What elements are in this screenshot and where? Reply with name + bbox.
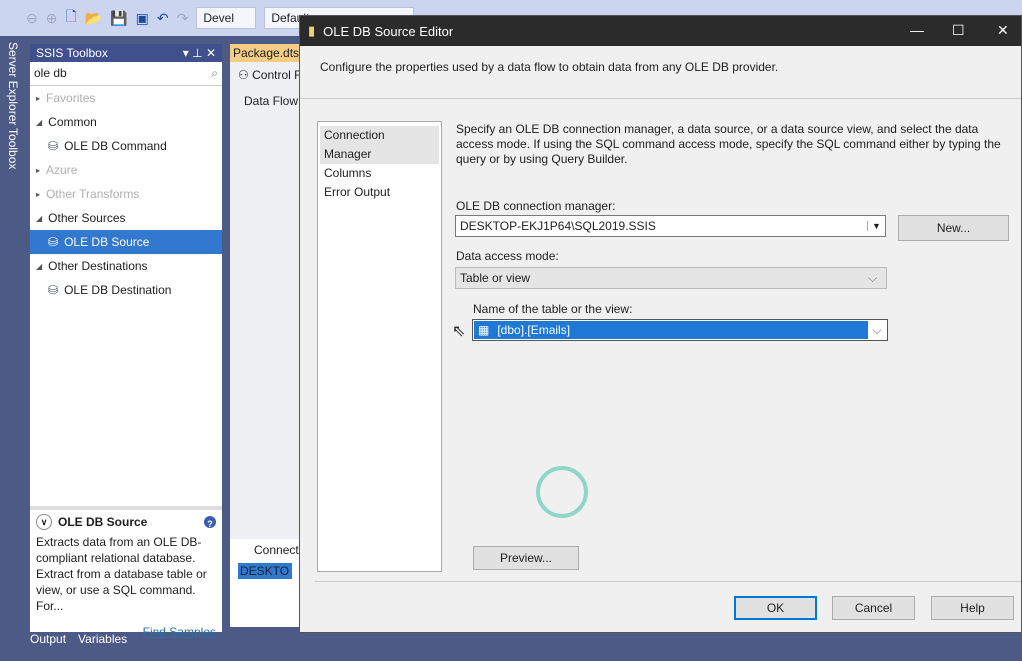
dialog-titlebar: ▮ OLE DB Source Editor — ☐ ✕ [300,16,1021,46]
open-icon[interactable]: 📂 [85,10,102,27]
tab-output[interactable]: Output [30,632,66,646]
back-icon[interactable]: ⊖ [26,10,38,27]
close-dialog-icon[interactable]: ✕ [997,22,1009,39]
table-name-select[interactable]: ▦ [dbo].[Emails] ⌵ [472,319,888,341]
minimize-icon[interactable]: — [910,22,924,38]
collapse-icon[interactable]: ∨ [36,514,52,530]
toolbox-group[interactable]: ◢ Other Destinations [30,254,222,278]
conn-label: OLE DB connection manager: [456,199,616,213]
ssis-toolbox: SSIS Toolbox ▾ ⊥ ✕ ole db ⌕ ▸ Favorites ◢ C… [30,44,222,639]
forward-icon[interactable]: ⊕ [46,10,58,27]
close-icon[interactable]: ✕ [206,46,216,60]
save-all-icon[interactable]: ▣ [136,10,149,27]
side-tabs: Server Explorer Toolbox [0,36,28,661]
toolbox-search[interactable]: ole db ⌕ [30,62,222,86]
connections-header: Connecti [254,543,302,557]
nav-connection-manager[interactable]: Connection Manager [320,126,439,164]
table-value: [dbo].[Emails] [497,323,571,337]
expand-triangle-icon: ◢ [36,213,43,223]
expand-triangle-icon: ◢ [36,117,43,127]
cancel-button[interactable]: Cancel [832,596,915,620]
expand-triangle-icon: ▸ [36,93,41,103]
mode-value: Table or view [460,271,531,285]
conn-manager-select[interactable]: DESKTOP-EKJ1P64\SQL2019.SSIS ▼ [455,215,886,237]
toolbox-group[interactable]: ▸ Other Transforms [30,182,222,206]
new-button[interactable]: New... [898,215,1009,241]
toolbox-label: Azure [46,163,78,177]
search-input[interactable]: ole db [34,66,67,81]
chevron-down-icon: ⌵ [868,270,878,285]
chevron-down-icon: ⌵ [872,322,882,337]
data-access-mode-select[interactable]: Table or view ⌵ [455,267,887,289]
new-project-icon[interactable]: 🗋 [65,6,76,30]
toolbox-label: OLE DB Destination [64,283,172,297]
toolbox-group[interactable]: ◢ Other Sources [30,206,222,230]
table-icon: ▦ [478,323,490,337]
toolbox-label: Favorites [46,91,96,105]
component-icon: ⛁ [48,235,59,249]
tab-package[interactable]: Package.dtsx [230,44,300,62]
nav-columns[interactable]: Columns [324,164,435,183]
toolbox-label: Other Sources [48,211,126,225]
nav-error-output[interactable]: Error Output [324,183,435,202]
mode-label: Data access mode: [456,249,559,263]
toolbox-group[interactable]: ◢ Common [30,110,222,134]
bottom-tabs: Output Variables [30,632,127,646]
page-list: Connection Manager Columns Error Output [317,121,442,572]
ole-db-source-editor-dialog: ▮ OLE DB Source Editor — ☐ ✕ Configure t… [299,15,1022,633]
package-designer: Package.dtsx ⚇ Control F Data Flow T Con… [230,44,308,627]
toolbox-header: SSIS Toolbox ▾ ⊥ ✕ [30,44,222,62]
expand-triangle-icon: ◢ [36,261,43,271]
mouse-cursor-icon: ⇖ [452,323,466,340]
description-title: OLE DB Source [58,515,148,529]
tab-control-flow[interactable]: Control F [252,68,301,82]
toolbox-group[interactable]: ▸ Azure [30,158,222,182]
dropdown-arrow-icon[interactable]: ▼ [867,221,885,231]
description-panel: ∨ OLE DB Source? Extracts data from an OL… [30,506,222,639]
toolbox-item[interactable]: ⛁ OLE DB Destination [30,278,222,302]
tab-variables[interactable]: Variables [78,632,127,646]
toolbox-label: OLE DB Source [64,235,150,249]
ok-button[interactable]: OK [734,596,817,620]
toolbox-label: Other Destinations [48,259,148,273]
expand-triangle-icon: ▸ [36,165,41,175]
toolbox-label: Other Transforms [46,187,140,201]
expand-triangle-icon: ▸ [36,189,41,199]
toolbox-list: ▸ Favorites ◢ Common ⛁ OLE DB Command ▸ Azure ▸ O… [30,86,222,302]
component-icon: ⛁ [48,139,59,153]
maximize-icon[interactable]: ☐ [952,22,965,39]
description-text: Extracts data from an OLE DB-compliant r… [36,535,207,613]
toolbox-item[interactable]: ⛁ OLE DB Command [30,134,222,158]
undo-icon[interactable]: ↶ [157,10,169,27]
search-icon[interactable]: ⌕ [211,66,218,81]
connection-item[interactable]: DESKTO [238,563,292,579]
database-icon: ▮ [308,23,316,38]
preview-button[interactable]: Preview... [473,546,579,570]
tab-data-flow[interactable]: Data Flow T [230,88,308,114]
toolbox-title: SSIS Toolbox [36,46,108,60]
toolbox-group[interactable]: ▸ Favorites [30,86,222,110]
pin-icon[interactable]: ⊥ [192,46,202,60]
tab-server-explorer[interactable]: Server Explorer [6,42,20,125]
toolbox-label: Common [48,115,97,129]
help-icon[interactable]: ? [204,516,216,529]
tab-toolbox[interactable]: Toolbox [6,128,20,169]
redo-icon[interactable]: ↷ [177,10,189,27]
save-icon[interactable]: 💾 [110,10,127,27]
help-button[interactable]: Help [931,596,1014,620]
dialog-title: OLE DB Source Editor [323,23,454,39]
dropdown-icon[interactable]: ▾ [183,46,189,60]
loading-spinner [536,466,588,518]
toolbox-label: OLE DB Command [64,139,167,153]
component-icon: ⛁ [48,283,59,297]
help-text: Specify an OLE DB connection manager, a … [456,122,1001,166]
table-label: Name of the table or the view: [473,302,633,316]
find-samples-link[interactable]: Find Samples [143,625,216,639]
intro-text: Configure the properties used by a data … [320,60,779,74]
control-flow-icon: ⚇ [238,68,249,82]
config-combo[interactable]: Devel [196,7,257,29]
toolbox-item[interactable]: ⛁ OLE DB Source [30,230,222,254]
conn-value: DESKTOP-EKJ1P64\SQL2019.SSIS [460,219,656,233]
